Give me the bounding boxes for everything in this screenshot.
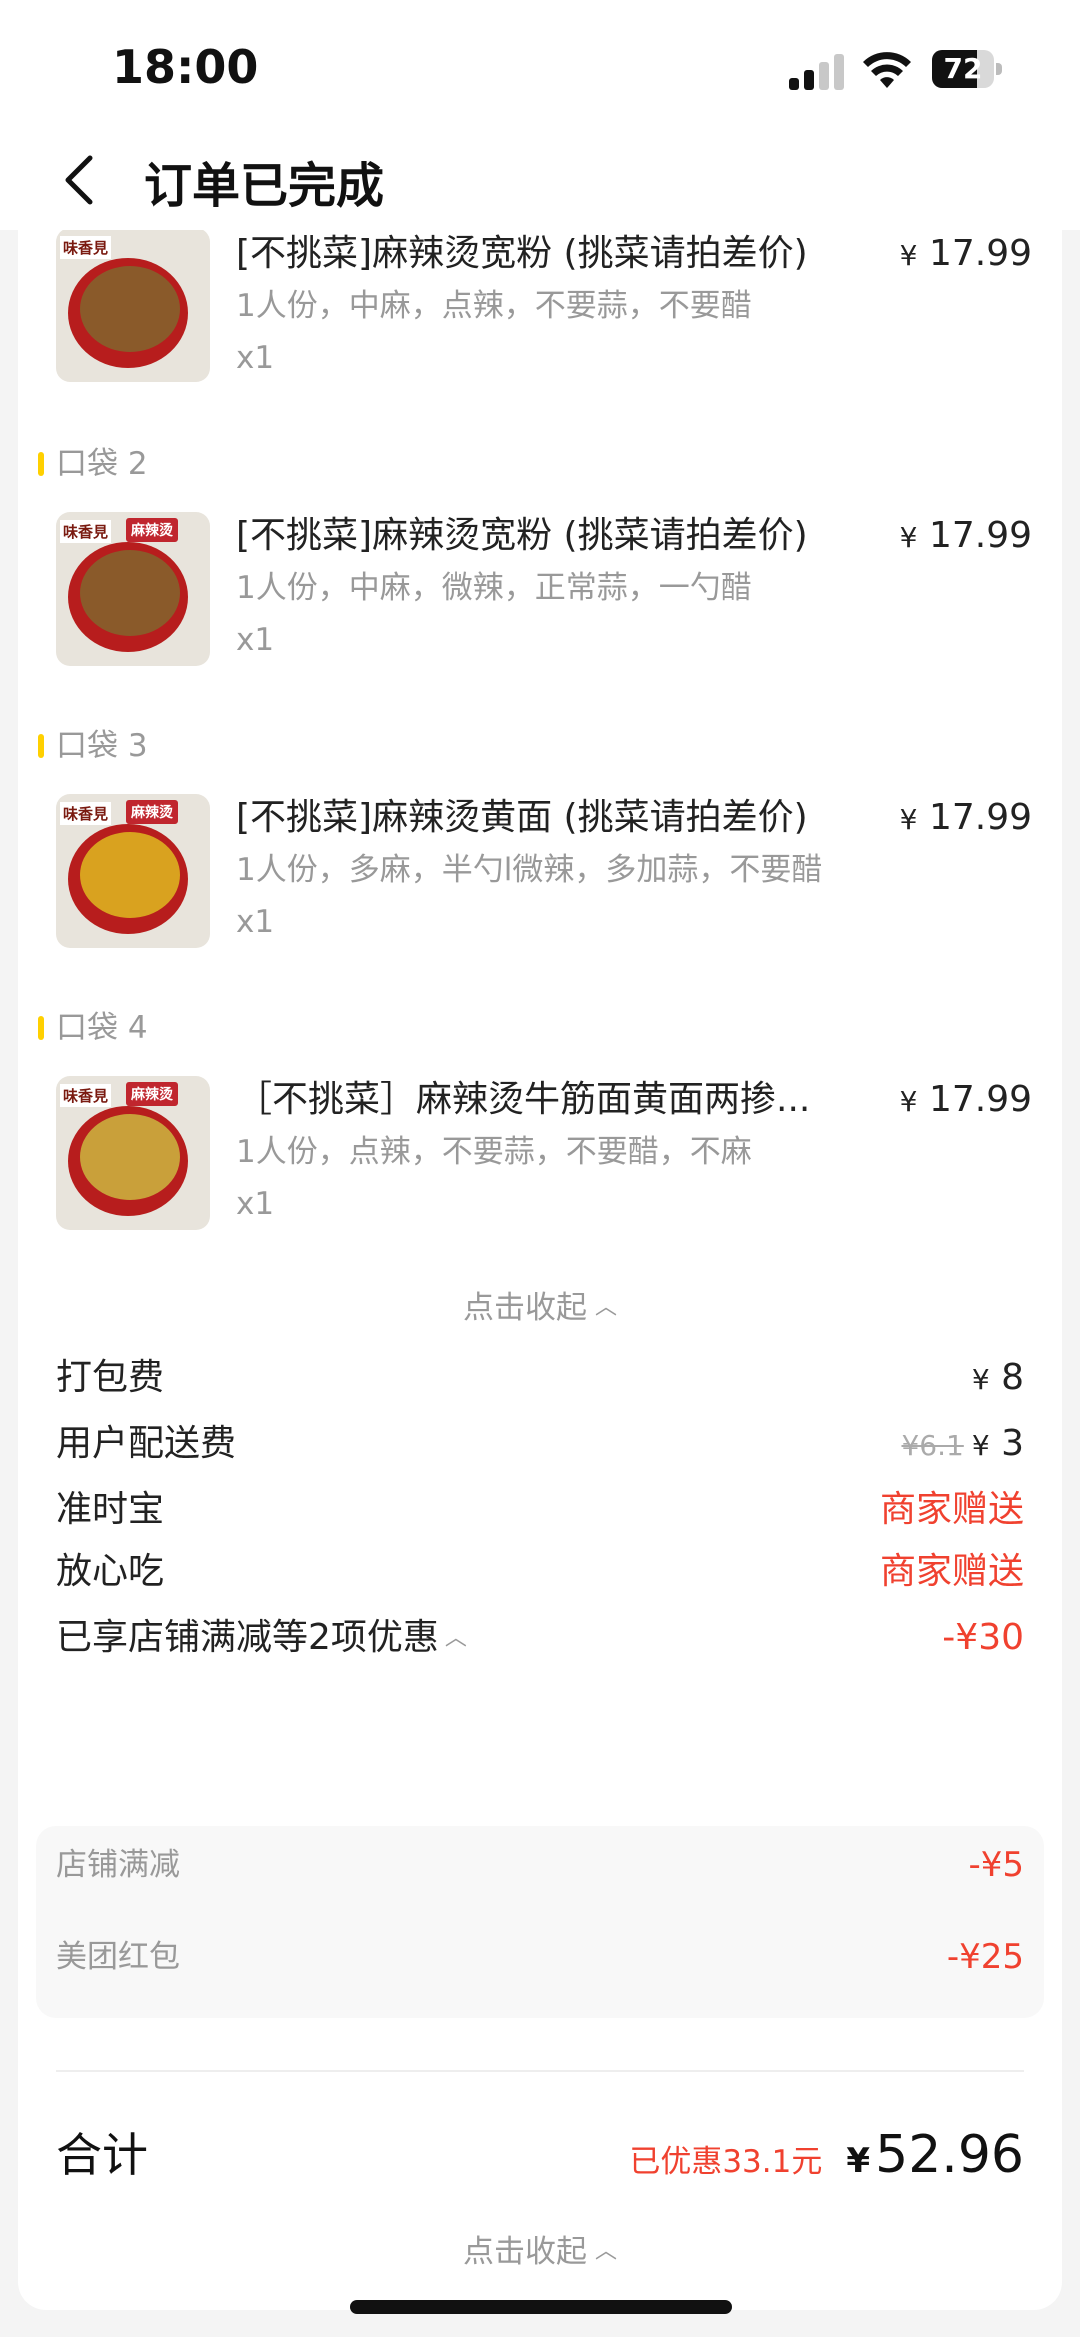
item-thumbnail: 味香見 — [56, 230, 210, 382]
battery-level: 72 — [943, 52, 983, 85]
total-amount: 已优惠33.1元 ¥ 52.96 — [629, 2125, 1024, 2185]
chevron-up-icon: ︿ — [444, 1626, 467, 1651]
item-spec: 1人份，点辣，不要蒜，不要醋，不麻 — [236, 1134, 752, 1170]
item-thumbnail: 味香見 麻辣烫 — [56, 794, 210, 948]
item-quantity: x1 — [236, 622, 275, 658]
item-price: ¥ 17.99 — [899, 233, 1032, 274]
item-spec: 1人份，多麻，半勺l微辣，多加蒜，不要醋 — [236, 852, 823, 888]
item-name: ［不挑菜］麻辣烫牛筋面黄面两掺... — [236, 1079, 811, 1120]
order-card: 味香見 [不挑菜]麻辣烫宽粉 (挑菜请拍差价) 1人份，中麻，点辣，不要蒜，不要… — [18, 230, 1062, 2310]
item-price: ¥ 17.99 — [899, 797, 1032, 838]
packing-fee-row: 打包费 ¥ 8 — [56, 1348, 1024, 1408]
divider — [56, 2070, 1024, 2072]
discount-item: 店铺满减 -¥5 — [56, 1845, 1024, 1885]
bag-label: 口袋 2 — [38, 444, 148, 484]
battery-icon: 72 — [932, 50, 1002, 88]
total-label: 合计 — [56, 2128, 148, 2182]
status-bar: 18:00 72 — [0, 0, 1080, 130]
bag-label: 口袋 4 — [38, 1008, 148, 1048]
item-thumbnail: 味香見 麻辣烫 — [56, 1076, 210, 1230]
ontime-row: 准时宝 商家赠送 — [56, 1489, 1024, 1530]
order-item: 味香見 [不挑菜]麻辣烫宽粉 (挑菜请拍差价) 1人份，中麻，点辣，不要蒜，不要… — [18, 230, 1062, 400]
order-item: 味香見 麻辣烫 [不挑菜]麻辣烫宽粉 (挑菜请拍差价) 1人份，中麻，微辣，正常蒜… — [18, 512, 1062, 682]
discount-details: 店铺满减 -¥5 美团红包 -¥25 — [36, 1826, 1044, 2018]
saved-amount: 已优惠33.1元 — [629, 2144, 823, 2180]
discount-summary-row[interactable]: 已享店铺满减等2项优惠 ︿ -¥30 — [56, 1608, 1024, 1668]
safe-eat-row: 放心吃 商家赠送 — [56, 1551, 1024, 1592]
collapse-details-button[interactable]: 点击收起 ︿ — [18, 2226, 1062, 2271]
chevron-up-icon: ︿ — [594, 2239, 617, 2264]
item-quantity: x1 — [236, 1186, 275, 1222]
home-indicator[interactable] — [350, 2300, 732, 2314]
cellular-signal-icon — [789, 54, 845, 90]
delivery-fee-value: ¥6.1 ¥ 3 — [901, 1423, 1024, 1464]
item-name: [不挑菜]麻辣烫宽粉 (挑菜请拍差价) — [236, 515, 808, 556]
page-title: 订单已完成 — [144, 158, 385, 214]
bag-marker — [38, 451, 44, 476]
item-quantity: x1 — [236, 340, 275, 376]
back-arrow-icon[interactable] — [60, 152, 100, 208]
item-name: [不挑菜]麻辣烫宽粉 (挑菜请拍差价) — [236, 233, 808, 274]
collapse-items-button[interactable]: 点击收起 ︿ — [18, 1282, 1062, 1327]
wifi-icon — [863, 52, 911, 88]
item-spec: 1人份，中麻，微辣，正常蒜，一勺醋 — [236, 570, 752, 606]
nav-bar: 订单已完成 — [0, 130, 1080, 230]
chevron-up-icon: ︿ — [594, 1295, 617, 1320]
item-name: [不挑菜]麻辣烫黄面 (挑菜请拍差价) — [236, 797, 808, 838]
order-item: 味香見 麻辣烫 ［不挑菜］麻辣烫牛筋面黄面两掺... 1人份，点辣，不要蒜，不要醋… — [18, 1076, 1062, 1246]
bag-marker — [38, 733, 44, 758]
item-price: ¥ 17.99 — [899, 515, 1032, 556]
item-spec: 1人份，中麻，点辣，不要蒜，不要醋 — [236, 288, 752, 324]
bag-label: 口袋 3 — [38, 726, 148, 766]
order-item: 味香見 麻辣烫 [不挑菜]麻辣烫黄面 (挑菜请拍差价) 1人份，多麻，半勺l微辣，… — [18, 794, 1062, 964]
bag-marker — [38, 1015, 44, 1040]
status-time: 18:00 — [112, 40, 259, 94]
item-price: ¥ 17.99 — [899, 1079, 1032, 1120]
packing-fee-value: ¥ 8 — [971, 1357, 1024, 1398]
discount-item: 美团红包 -¥25 — [56, 1937, 1024, 1977]
delivery-fee-row: 用户配送费 ¥6.1 ¥ 3 — [56, 1414, 1024, 1474]
item-thumbnail: 味香見 麻辣烫 — [56, 512, 210, 666]
item-quantity: x1 — [236, 904, 275, 940]
